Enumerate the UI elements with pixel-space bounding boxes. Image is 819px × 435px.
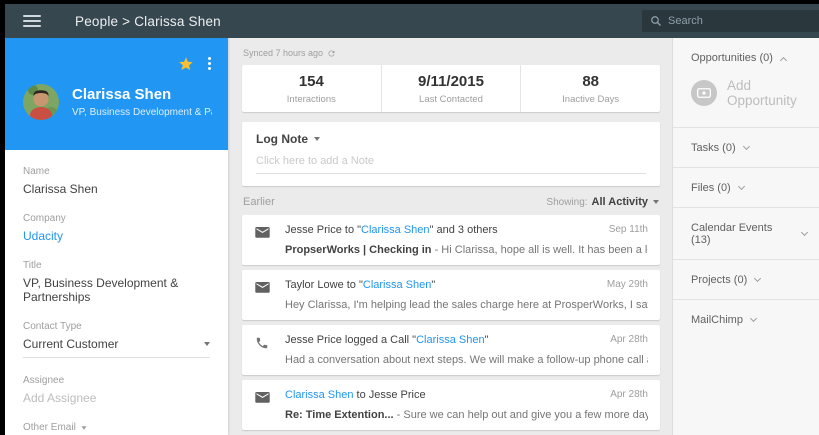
stats-card: 154 Interactions 9/11/2015 Last Contacte… xyxy=(242,65,660,112)
activity-filter[interactable]: Showing: All Activity xyxy=(546,196,659,208)
field-label: Company xyxy=(23,213,210,224)
section-files: Files (0) xyxy=(673,168,819,208)
field-label: Name xyxy=(23,166,210,177)
files-header[interactable]: Files (0) xyxy=(691,182,807,194)
section-opportunities: Opportunities (0) Add Opportunity xyxy=(673,38,819,128)
opportunity-icon xyxy=(691,80,717,106)
feed-body: Hey Clarissa, I'm helping lead the sales… xyxy=(285,299,648,311)
star-favorite-icon[interactable] xyxy=(178,56,194,72)
left-panel: Clarissa Shen VP, Business Development &… xyxy=(5,38,228,435)
contact-type-select[interactable]: Current Customer xyxy=(23,337,210,358)
feed-body: Had a conversation about next steps. We … xyxy=(285,354,648,366)
hamburger-menu-icon[interactable] xyxy=(23,12,41,30)
email-icon xyxy=(255,281,271,311)
feed-item-email[interactable]: Clarissa Shen to Jesse Price Apr 28th Re… xyxy=(242,380,660,430)
chevron-down-icon[interactable] xyxy=(81,426,86,429)
earlier-label: Earlier xyxy=(243,196,275,208)
detail-fields: Name Clarissa Shen Company Udacity Title… xyxy=(5,150,228,435)
field-label: Title xyxy=(23,260,210,271)
field-company: Company Udacity xyxy=(23,213,210,243)
email-icon xyxy=(255,391,271,421)
company-link[interactable]: Udacity xyxy=(23,229,210,243)
field-assignee: Assignee Add Assignee xyxy=(23,375,210,405)
chevron-down-icon xyxy=(743,142,750,149)
feed-item-email[interactable]: Jesse Price to "Clarissa Shen" and 3 oth… xyxy=(242,215,660,265)
feed-item-email[interactable]: Taylor Lowe to "Clarissa Shen" May 29th … xyxy=(242,270,660,320)
sync-icon[interactable] xyxy=(327,49,336,58)
contact-type-value: Current Customer xyxy=(23,337,118,351)
section-tasks: Tasks (0) xyxy=(673,128,819,168)
field-other-email: Other Email clarissa@udacity.com xyxy=(23,422,210,435)
profile-name: Clarissa Shen xyxy=(72,86,212,103)
feed-body: Re: Time Extention... - Sure we can help… xyxy=(285,409,648,421)
chevron-down-icon xyxy=(750,314,757,321)
kebab-menu-icon[interactable] xyxy=(202,55,216,72)
feed-title: Jesse Price to "Clarissa Shen" and 3 oth… xyxy=(285,224,498,236)
email-icon xyxy=(255,226,271,256)
feed-date: Sep 11th xyxy=(609,224,648,236)
field-label: Other Email xyxy=(23,422,210,433)
feed-body: PropserWorks | Checking in - Hi Clarissa… xyxy=(285,244,648,256)
chevron-up-icon xyxy=(780,56,787,63)
chevron-down-icon xyxy=(738,182,745,189)
add-assignee[interactable]: Add Assignee xyxy=(23,391,210,405)
call-icon xyxy=(255,336,271,366)
feed-title: Taylor Lowe to "Clarissa Shen" xyxy=(285,279,435,291)
chevron-down-icon xyxy=(314,137,320,141)
feed-title: Jesse Price logged a Call "Clarissa Shen… xyxy=(285,334,488,346)
feed-date: Apr 28th xyxy=(610,334,648,346)
activity-panel: Synced 7 hours ago 154 Interactions 9/11… xyxy=(228,38,672,435)
search-box[interactable] xyxy=(642,10,819,32)
calendar-events-header[interactable]: Calendar Events (13) xyxy=(691,222,807,246)
profile-card: Clarissa Shen VP, Business Development &… xyxy=(5,38,228,150)
feed-date: Apr 28th xyxy=(610,389,648,401)
stat-last-contacted: 9/11/2015 Last Contacted xyxy=(381,65,521,112)
search-icon xyxy=(650,15,662,27)
projects-header[interactable]: Projects (0) xyxy=(691,274,807,286)
feed-header: Earlier Showing: All Activity xyxy=(243,196,659,208)
log-note-dropdown[interactable]: Log Note xyxy=(256,132,646,146)
topbar: People > Clarissa Shen xyxy=(5,4,819,38)
feed-item-call[interactable]: Jesse Price logged a Call "Clarissa Shen… xyxy=(242,325,660,375)
feed-title: Clarissa Shen to Jesse Price xyxy=(285,389,426,401)
search-input[interactable] xyxy=(668,15,798,27)
synced-status: Synced 7 hours ago xyxy=(243,48,660,58)
right-sidebar: Opportunities (0) Add Opportunity Tasks … xyxy=(672,38,819,435)
contact-link[interactable]: Clarissa Shen xyxy=(361,224,429,236)
add-opportunity-button[interactable]: Add Opportunity xyxy=(691,78,807,108)
opportunities-header[interactable]: Opportunities (0) xyxy=(691,52,807,64)
chevron-down-icon xyxy=(754,274,761,281)
section-mailchimp: MailChimp xyxy=(673,300,819,339)
avatar[interactable] xyxy=(23,84,59,120)
field-label: Contact Type xyxy=(23,321,210,332)
chevron-down-icon xyxy=(801,228,808,235)
tasks-header[interactable]: Tasks (0) xyxy=(691,142,807,154)
mailchimp-header[interactable]: MailChimp xyxy=(691,314,807,326)
field-label: Assignee xyxy=(23,375,210,386)
field-title: Title VP, Business Development & Partner… xyxy=(23,260,210,304)
field-name: Name Clarissa Shen xyxy=(23,166,210,196)
stat-interactions: 154 Interactions xyxy=(242,65,381,112)
field-value-name[interactable]: Clarissa Shen xyxy=(23,182,210,196)
feed-date: May 29th xyxy=(607,279,648,291)
screen: People > Clarissa Shen xyxy=(0,0,819,435)
section-projects: Projects (0) xyxy=(673,260,819,300)
profile-subtitle: VP, Business Development & Partnership..… xyxy=(72,107,212,118)
breadcrumb[interactable]: People > Clarissa Shen xyxy=(75,14,221,29)
contact-link[interactable]: Clarissa Shen xyxy=(285,389,353,401)
contact-link[interactable]: Clarissa Shen xyxy=(363,279,431,291)
log-note-card: Log Note xyxy=(242,122,660,186)
field-value-title[interactable]: VP, Business Development & Partnerships xyxy=(23,276,210,304)
section-calendar-events: Calendar Events (13) xyxy=(673,208,819,260)
stat-inactive-days: 88 Inactive Days xyxy=(520,65,660,112)
field-contact-type: Contact Type Current Customer xyxy=(23,321,210,358)
note-input[interactable] xyxy=(256,146,646,174)
contact-link[interactable]: Clarissa Shen xyxy=(416,334,484,346)
app-window: People > Clarissa Shen xyxy=(5,4,819,435)
chevron-down-icon xyxy=(204,342,210,346)
chevron-down-icon xyxy=(653,200,659,204)
